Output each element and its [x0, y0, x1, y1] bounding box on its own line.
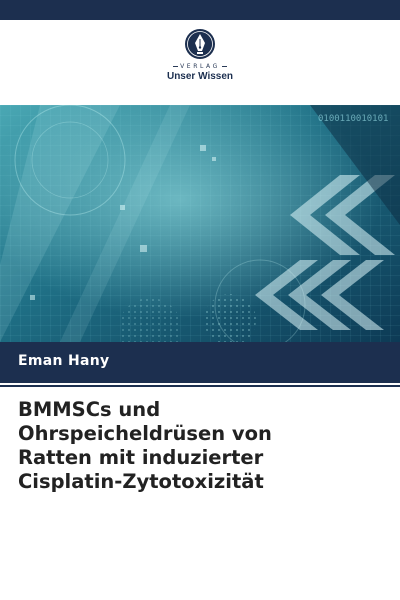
binary-text: 0100110010101 [318, 114, 388, 124]
publisher-name: Unser Wissen [166, 71, 234, 82]
publisher-logo: VERLAG Unser Wissen [148, 28, 252, 96]
author-name: Eman Hany [18, 353, 110, 369]
cover-art-image: 0100110010101 [0, 105, 400, 342]
book-title: BMMSCs und Ohrspeicheldrüsen von Ratten … [18, 398, 272, 493]
fountain-pen-nib-icon [185, 29, 215, 59]
divider-line [0, 385, 400, 387]
top-color-bar [0, 0, 400, 20]
imprint-label: VERLAG [148, 63, 252, 70]
